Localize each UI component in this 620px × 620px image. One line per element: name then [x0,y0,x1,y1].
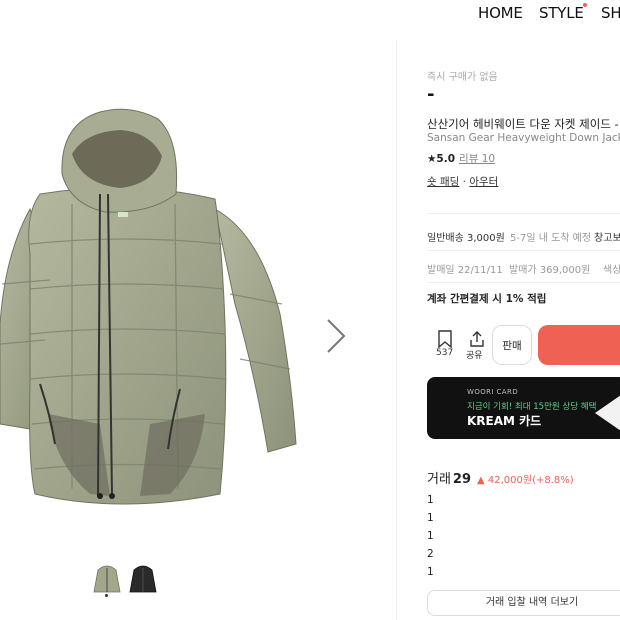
share-label: 공유 [466,351,483,361]
review-link[interactable]: 리뷰 10 [459,153,495,165]
shipping-type: 일반배송 3,000원 [427,233,505,244]
banner-promo-text: 지금이 기회! 최대 15만원 상당 혜택 [467,402,597,412]
column-divider [396,40,397,620]
category-outer[interactable]: 아우터 [469,176,498,188]
divider [427,282,620,283]
product-image [0,108,297,505]
share-icon[interactable] [465,330,489,348]
bookmark-icon[interactable] [435,330,455,348]
trade-row: 1 [427,512,434,524]
release-price: 발매가 369,000원 [509,265,591,276]
card-promo-banner[interactable]: WOORI CARD 지금이 기회! 최대 15만원 상당 혜택 KREAM 카… [427,377,620,439]
bookmark-count: 537 [436,348,454,358]
category-separator: · [462,176,467,188]
chevron-right-icon[interactable] [322,316,350,356]
category-short-padding[interactable]: 숏 패딩 [427,176,459,188]
rating-score: 5.0 [436,153,456,165]
shipping-info: 일반배송 3,000원 5-7일 내 도착 예정 창고보관 [427,229,620,244]
price-change: ▲ 42,000원(+8.8%) [477,475,574,486]
star-icon: ★ [427,153,437,165]
product-title-ko: 산산기어 헤비웨이트 다운 자켓 제이드 - 22FW [427,117,620,131]
trade-row: 1 [427,494,434,506]
product-gallery [0,40,396,620]
product-info: 즉시 구매가 없음 - 산산기어 헤비웨이트 다운 자켓 제이드 - 22FW … [427,0,620,620]
category-links: 숏 패딩 · 아우터 [427,174,498,189]
banner-card-name: KREAM 카드 [467,414,542,428]
instant-buy-label: 즉시 구매가 없음 [427,72,498,83]
release-date: 발매일 22/11/11 [427,265,503,276]
banner-brand: WOORI CARD [467,388,519,396]
action-bar: 537 공유 판매 [427,325,620,367]
thumbnail-jade[interactable] [92,562,122,596]
divider [427,213,620,214]
divider [427,250,620,251]
trade-history-button[interactable]: 거래 입찰 내역 더보기 [427,590,620,616]
trade-row: 2 [427,548,434,560]
trade-label: 거래 [427,472,451,487]
trade-summary: 거래 29 ▲ 42,000원(+8.8%) [427,468,574,487]
trade-row: 1 [427,566,434,578]
payment-promo: 계좌 간편결제 시 1% 적립 [427,293,547,305]
instant-buy-price: - [427,84,435,105]
trade-row: 1 [427,530,434,542]
card-graphic [595,395,620,431]
shipping-eta: 5-7일 내 도착 예정 [510,233,592,244]
trade-count: 29 [452,472,472,487]
thumbnail-black[interactable] [128,562,158,596]
storage-option[interactable]: 창고보관 [594,229,620,244]
selected-thumbnail-indicator [105,594,108,597]
product-title-en: Sansan Gear Heavyweight Down Jacket Jade… [427,132,620,144]
sell-button[interactable]: 판매 [492,325,532,365]
release-info: 발매일 22/11/11 발매가 369,000원 색상 [427,261,620,276]
color-info: 색상 [603,265,620,276]
rating-row: ★5.0 리뷰 10 [427,151,495,166]
buy-button[interactable] [538,325,620,365]
